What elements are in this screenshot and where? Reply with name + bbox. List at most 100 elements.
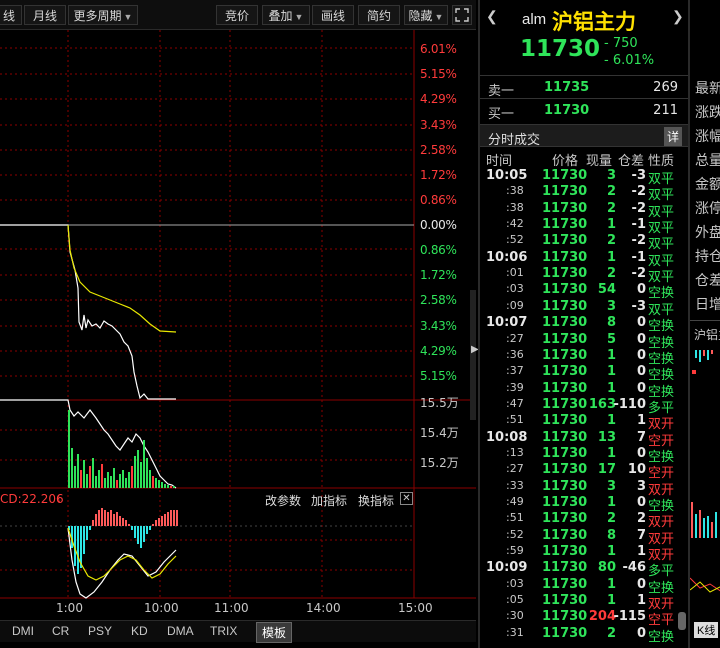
tick-volume: 80 [597, 560, 616, 576]
detail-button[interactable]: 详 [663, 127, 682, 146]
close-icon[interactable]: ✕ [400, 492, 413, 505]
tick-price: 11730 [542, 331, 588, 347]
tick-row: :27 11730 5 0 空换 [480, 331, 688, 351]
tab-dmi[interactable]: DMI [12, 624, 34, 638]
tab-kd[interactable]: KD [131, 624, 148, 638]
tick-oi-change: -3 [631, 168, 646, 183]
time-axis-label: 11:00 [214, 601, 249, 615]
field-label: 涨停 [695, 200, 720, 216]
tick-oi-change: -1 [631, 217, 646, 233]
tick-time: :30 [506, 609, 524, 623]
ticks-list[interactable]: 10:05 11730 3 -3 双平:38 11730 2 -2 双平:38 11730 2 -2 双… [480, 168, 688, 645]
tick-time: :33 [506, 478, 524, 492]
tick-time: :51 [506, 413, 524, 427]
macd-value: CD:22.206 [0, 492, 64, 506]
chevron-down-icon: ▼ [123, 12, 133, 22]
tick-oi-change: -2 [631, 233, 646, 249]
tick-time: :03 [506, 576, 524, 590]
ticks-header: 分时成交 详 [480, 124, 688, 147]
field-label: 金额 [695, 176, 720, 192]
tick-row: :38 11730 2 -2 双平 [480, 201, 688, 220]
tick-volume: 1 [606, 445, 616, 461]
tick-oi-change: 7 [636, 429, 646, 445]
tick-row: :30 11730 204 -115 空平 [480, 609, 688, 628]
overlay-dropdown[interactable]: 叠加 ▼ [262, 5, 310, 25]
pct-label: 0.86% [420, 193, 457, 207]
edit-params-button[interactable]: 改参数 [265, 492, 301, 509]
tick-time: :39 [506, 380, 524, 394]
tab-psy[interactable]: PSY [88, 624, 112, 638]
price-change-pct: - 6.01% [604, 53, 655, 68]
tick-oi-change: 1 [636, 593, 646, 609]
month-period-button[interactable]: 月线 [24, 5, 66, 25]
tick-volume: 54 [597, 282, 616, 298]
tab-cr[interactable]: CR [52, 624, 69, 638]
prev-contract-icon[interactable]: ❮ [486, 8, 498, 25]
tick-time: :42 [506, 217, 524, 231]
field-label: 持仓 [695, 248, 720, 264]
tick-volume: 2 [606, 184, 616, 200]
add-indicator-button[interactable]: 加指标 [311, 492, 347, 509]
hide-dropdown[interactable]: 隐藏 ▼ [404, 5, 448, 25]
tick-nature: 空换 [648, 629, 675, 645]
volume-axis-label: 15.5万 [420, 396, 459, 410]
detail-panel-partial: 最新 涨跌 涨幅 总量 金额 涨停 外盘 持仓 仓差 日增 沪铝主 K线 [688, 0, 720, 648]
pct-label: 3.43% [420, 118, 457, 132]
simple-mode-button[interactable]: 简约 [358, 5, 400, 25]
tick-price: 11730 [542, 478, 588, 494]
tick-row: :27 11730 17 10 空开 [480, 462, 688, 481]
pct-label: 4.29% [420, 344, 457, 358]
tick-price: 11730 [542, 560, 588, 576]
kline-button[interactable]: K线 [694, 622, 719, 638]
tick-price: 11730 [542, 429, 588, 445]
fullscreen-button[interactable] [452, 5, 472, 25]
tick-price: 11730 [542, 282, 588, 298]
tab-dma[interactable]: DMA [167, 624, 194, 638]
tab-template[interactable]: 模板 [256, 622, 293, 643]
auction-button[interactable]: 竞价 [216, 5, 258, 25]
tick-price: 11730 [542, 298, 588, 314]
quote-panel: ❮ ❯ alm 沪铝主力 11730 - 750 - 6.01% 卖一 1173… [478, 0, 688, 648]
field-label: 涨幅 [695, 128, 720, 144]
tick-volume: 8 [606, 527, 616, 543]
tick-oi-change: 0 [636, 331, 646, 347]
tick-price: 11730 [542, 396, 588, 412]
time-axis-label: 15:00 [398, 601, 433, 615]
intraday-chart[interactable]: 6.01% 5.15% 4.29% 3.43% 2.58% 1.72% 0.86… [0, 30, 479, 622]
tick-volume: 17 [597, 462, 616, 478]
tick-volume: 13 [597, 429, 616, 445]
chart-toolbar: 线 月线 更多周期 ▼ 竞价 叠加 ▼ 画线 简约 隐藏 ▼ [0, 0, 476, 30]
chevron-down-icon: ▼ [294, 12, 304, 22]
tick-oi-change: 0 [636, 282, 646, 298]
tick-row: 10:08 11730 13 7 空开 [480, 429, 688, 449]
tick-time: :52 [506, 233, 524, 247]
tick-time: :03 [506, 282, 524, 296]
tick-row: :38 11730 2 -2 双平 [480, 184, 688, 203]
tick-volume: 1 [606, 495, 616, 510]
scrollbar-thumb[interactable] [678, 612, 686, 630]
draw-line-button[interactable]: 画线 [312, 5, 354, 25]
tick-row: :42 11730 1 -1 双平 [480, 217, 688, 236]
contract-name: 沪铝主力 [552, 11, 636, 34]
tick-time: 10:09 [486, 560, 528, 576]
col-time: 时间 [486, 153, 513, 168]
indicator-tabs: DMI CR PSY KD DMA TRIX 模板 [0, 620, 476, 643]
tick-price: 11730 [542, 462, 588, 478]
tick-time: 10:08 [486, 429, 528, 445]
tick-price: 11730 [542, 233, 588, 249]
period-button-partial[interactable]: 线 [0, 5, 22, 25]
tick-volume: 1 [606, 576, 616, 592]
tick-oi-change: 3 [636, 478, 646, 494]
chevron-down-icon: ▼ [434, 12, 444, 22]
tab-trix[interactable]: TRIX [210, 624, 237, 638]
tick-row: :59 11730 1 1 双开 [480, 544, 688, 563]
panel-splitter[interactable] [470, 290, 476, 420]
price-grid [0, 30, 414, 598]
more-periods-dropdown[interactable]: 更多周期 ▼ [68, 5, 138, 25]
tick-oi-change: 0 [636, 576, 646, 592]
tick-price: 11730 [542, 380, 588, 396]
next-contract-icon[interactable]: ❯ [672, 8, 684, 25]
tick-price: 11730 [542, 184, 588, 200]
bid-volume: 211 [653, 103, 678, 118]
switch-indicator-button[interactable]: 换指标 [358, 492, 394, 509]
